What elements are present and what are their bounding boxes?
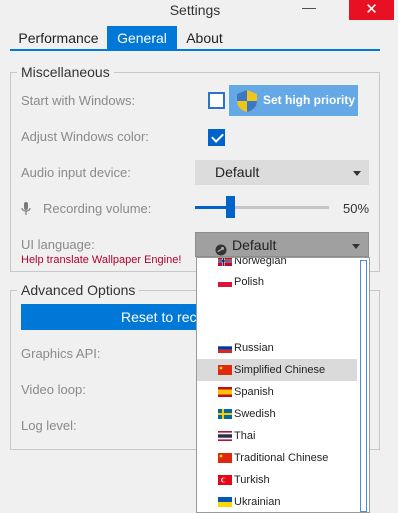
language-option[interactable]: Spanish	[197, 381, 357, 403]
language-option-label: Spanish	[234, 386, 274, 398]
language-option[interactable]: Traditional Chinese	[197, 447, 357, 469]
recording-volume-fill	[195, 206, 229, 209]
title-bar: Settings — ✕	[0, 0, 398, 22]
audio-input-device-select[interactable]: Default	[195, 160, 369, 185]
language-option-selected[interactable]: Simplified Chinese	[197, 359, 357, 381]
group-title: Miscellaneous	[17, 64, 114, 80]
tab-general[interactable]: General	[107, 26, 177, 50]
chevron-down-icon	[353, 171, 361, 176]
ui-language-label: UI language:	[21, 237, 95, 252]
language-option-label: Ukrainian	[234, 496, 281, 508]
chevron-down-icon	[352, 244, 360, 249]
language-option-label: Polish	[234, 276, 264, 288]
china-flag-icon	[218, 365, 232, 375]
language-option-label: Simplified Chinese	[234, 364, 326, 376]
close-button[interactable]: ✕	[349, 0, 394, 20]
shield-icon	[235, 89, 259, 125]
language-dropdown-list: Norwegian Polish Russian Simplified Chin…	[196, 257, 370, 513]
adjust-windows-color-checkbox[interactable]	[208, 129, 225, 146]
audio-input-device-label: Audio input device:	[21, 165, 131, 180]
recording-volume-label: Recording volume:	[43, 201, 152, 216]
language-option[interactable]: Swedish	[197, 403, 357, 425]
start-with-windows-label: Start with Windows:	[21, 93, 136, 108]
sweden-flag-icon	[218, 409, 232, 419]
language-option-label: Traditional Chinese	[234, 452, 329, 464]
recording-volume-track[interactable]	[195, 206, 329, 209]
poland-flag-icon	[218, 277, 232, 287]
set-high-priority-button[interactable]: Set high priority	[229, 85, 358, 116]
tab-bar: Performance General About	[10, 26, 380, 50]
language-option-label: Turkish	[234, 474, 270, 486]
start-with-windows-checkbox[interactable]	[208, 92, 225, 109]
china-flag-icon	[218, 453, 232, 463]
russia-flag-icon	[218, 343, 232, 353]
adjust-windows-color-label: Adjust Windows color:	[21, 129, 149, 144]
group-title: Advanced Options	[17, 282, 140, 298]
minimize-button[interactable]: —	[298, 0, 320, 20]
turkey-flag-icon	[218, 475, 232, 485]
language-option[interactable]: Polish	[197, 271, 357, 293]
language-option-label: Swedish	[234, 408, 276, 420]
ui-language-select[interactable]: Default	[195, 232, 369, 257]
language-option-label: Thai	[234, 430, 256, 442]
graphics-api-label: Graphics API:	[21, 346, 101, 361]
language-option[interactable]: Ukrainian	[197, 491, 357, 512]
language-option[interactable]: Norwegian	[197, 257, 357, 272]
help-translate-link[interactable]: Help translate Wallpaper Engine!	[21, 254, 181, 266]
spain-flag-icon	[218, 387, 232, 397]
recording-volume-thumb[interactable]	[226, 196, 235, 218]
audio-input-value: Default	[215, 164, 260, 180]
video-loop-label: Video loop:	[21, 382, 86, 397]
language-option-label: Norwegian	[234, 257, 287, 267]
set-high-priority-label: Set high priority	[263, 93, 356, 107]
microphone-icon	[21, 202, 31, 219]
language-option-label: Russian	[234, 342, 274, 354]
tab-underline	[10, 49, 380, 51]
tab-about[interactable]: About	[177, 26, 232, 50]
dropdown-scrollbar-thumb[interactable]	[360, 260, 367, 512]
language-option[interactable]: Thai	[197, 425, 357, 447]
thailand-flag-icon	[218, 431, 232, 441]
ukraine-flag-icon	[218, 497, 232, 507]
window-title: Settings	[169, 2, 221, 18]
tab-performance[interactable]: Performance	[10, 26, 107, 50]
language-option[interactable]: Turkish	[197, 469, 357, 491]
recording-volume-value: 50%	[343, 201, 370, 216]
norway-flag-icon	[218, 258, 232, 266]
language-option[interactable]: Russian	[197, 337, 357, 359]
log-level-label: Log level:	[21, 418, 77, 433]
